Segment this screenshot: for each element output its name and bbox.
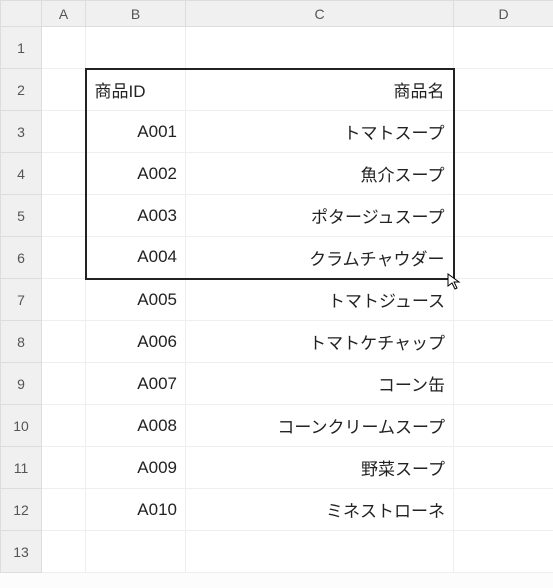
col-header-C[interactable]: C xyxy=(186,1,454,27)
cell-A7[interactable] xyxy=(42,279,86,321)
cell-B5[interactable]: A003 xyxy=(86,195,186,237)
cell-B13[interactable] xyxy=(86,531,186,573)
cell-D1[interactable] xyxy=(454,27,553,69)
row-header-4[interactable]: 4 xyxy=(1,153,42,195)
cell-C2[interactable]: 商品名 xyxy=(186,69,454,111)
cell-D5[interactable] xyxy=(454,195,553,237)
cell-D4[interactable] xyxy=(454,153,553,195)
cell-A2[interactable] xyxy=(42,69,86,111)
cell-C9[interactable]: コーン缶 xyxy=(186,363,454,405)
cell-D9[interactable] xyxy=(454,363,553,405)
cell-C1[interactable] xyxy=(186,27,454,69)
cell-D13[interactable] xyxy=(454,531,553,573)
cell-D2[interactable] xyxy=(454,69,553,111)
cell-C4[interactable]: 魚介スープ xyxy=(186,153,454,195)
cell-B12[interactable]: A010 xyxy=(86,489,186,531)
cell-C12[interactable]: ミネストローネ xyxy=(186,489,454,531)
cell-C11[interactable]: 野菜スープ xyxy=(186,447,454,489)
cell-B8[interactable]: A006 xyxy=(86,321,186,363)
cell-B7[interactable]: A005 xyxy=(86,279,186,321)
row-header-13[interactable]: 13 xyxy=(1,531,42,573)
cell-B6[interactable]: A004 xyxy=(86,237,186,279)
cell-D6[interactable] xyxy=(454,237,553,279)
cell-D8[interactable] xyxy=(454,321,553,363)
cell-C5[interactable]: ポタージュスープ xyxy=(186,195,454,237)
row-header-8[interactable]: 8 xyxy=(1,321,42,363)
row-header-9[interactable]: 9 xyxy=(1,363,42,405)
row-header-1[interactable]: 1 xyxy=(1,27,42,69)
cell-A1[interactable] xyxy=(42,27,86,69)
cell-A5[interactable] xyxy=(42,195,86,237)
cell-A3[interactable] xyxy=(42,111,86,153)
row-header-3[interactable]: 3 xyxy=(1,111,42,153)
cell-C6[interactable]: クラムチャウダー xyxy=(186,237,454,279)
cell-A12[interactable] xyxy=(42,489,86,531)
cell-A13[interactable] xyxy=(42,531,86,573)
cell-C3[interactable]: トマトスープ xyxy=(186,111,454,153)
row-header-7[interactable]: 7 xyxy=(1,279,42,321)
cell-C8[interactable]: トマトケチャップ xyxy=(186,321,454,363)
cell-D10[interactable] xyxy=(454,405,553,447)
cell-A9[interactable] xyxy=(42,363,86,405)
cell-D7[interactable] xyxy=(454,279,553,321)
row-header-2[interactable]: 2 xyxy=(1,69,42,111)
cell-A4[interactable] xyxy=(42,153,86,195)
grid[interactable]: A B C D 1 2 商品ID 商品名 3 A001 トマトスープ 4 A00… xyxy=(0,0,553,573)
cell-A10[interactable] xyxy=(42,405,86,447)
spreadsheet[interactable]: A B C D 1 2 商品ID 商品名 3 A001 トマトスープ 4 A00… xyxy=(0,0,553,588)
row-header-5[interactable]: 5 xyxy=(1,195,42,237)
cell-D11[interactable] xyxy=(454,447,553,489)
cell-A11[interactable] xyxy=(42,447,86,489)
cell-B9[interactable]: A007 xyxy=(86,363,186,405)
col-header-D[interactable]: D xyxy=(454,1,553,27)
cell-C10[interactable]: コーンクリームスープ xyxy=(186,405,454,447)
row-header-11[interactable]: 11 xyxy=(1,447,42,489)
cell-B10[interactable]: A008 xyxy=(86,405,186,447)
row-header-12[interactable]: 12 xyxy=(1,489,42,531)
cell-A8[interactable] xyxy=(42,321,86,363)
cell-B2[interactable]: 商品ID xyxy=(86,69,186,111)
cell-D12[interactable] xyxy=(454,489,553,531)
cell-A6[interactable] xyxy=(42,237,86,279)
row-header-10[interactable]: 10 xyxy=(1,405,42,447)
cell-B4[interactable]: A002 xyxy=(86,153,186,195)
cell-C7[interactable]: トマトジュース xyxy=(186,279,454,321)
cell-C13[interactable] xyxy=(186,531,454,573)
row-header-6[interactable]: 6 xyxy=(1,237,42,279)
col-header-A[interactable]: A xyxy=(42,1,86,27)
cell-B11[interactable]: A009 xyxy=(86,447,186,489)
col-header-B[interactable]: B xyxy=(86,1,186,27)
select-all-corner[interactable] xyxy=(1,1,42,27)
cell-B1[interactable] xyxy=(86,27,186,69)
cell-B3[interactable]: A001 xyxy=(86,111,186,153)
cell-D3[interactable] xyxy=(454,111,553,153)
